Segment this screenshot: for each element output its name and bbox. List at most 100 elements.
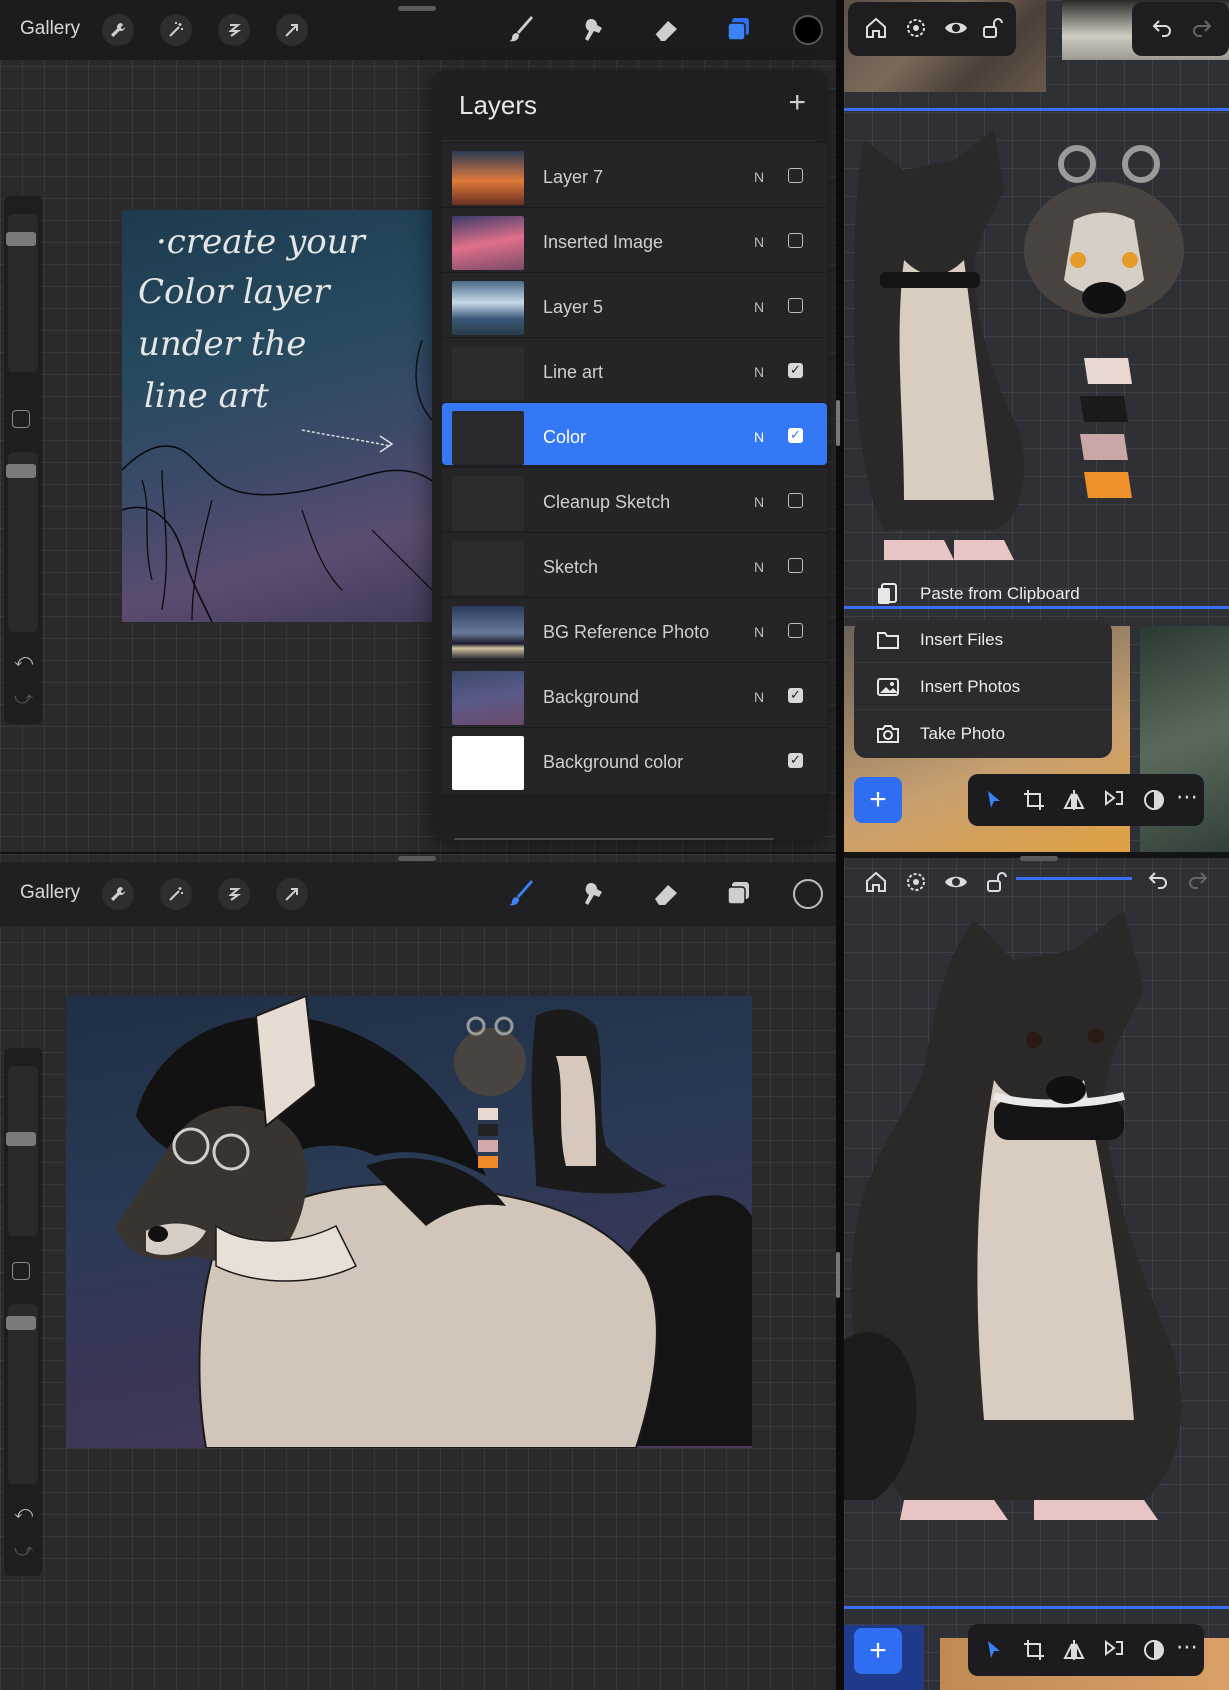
- eraser-icon[interactable]: [648, 12, 684, 48]
- wrench-icon[interactable]: [102, 878, 134, 910]
- undo-icon[interactable]: [1146, 868, 1170, 892]
- brush-icon[interactable]: [504, 12, 540, 48]
- magic-wand-icon[interactable]: [160, 14, 192, 46]
- pointer-icon[interactable]: [982, 788, 1006, 812]
- layer-row[interactable]: BG Reference Photo N: [442, 597, 827, 664]
- opacity-knob[interactable]: [6, 464, 36, 478]
- plus-icon[interactable]: +: [788, 88, 806, 118]
- window-grabber[interactable]: [398, 6, 436, 11]
- undo-icon[interactable]: ⤺: [14, 650, 33, 671]
- selection-icon[interactable]: [218, 14, 250, 46]
- crop-icon[interactable]: [1022, 1638, 1046, 1662]
- layer-visibility-checkbox[interactable]: [788, 298, 803, 313]
- opacity-slider[interactable]: [8, 1304, 38, 1484]
- eye-icon[interactable]: [944, 870, 968, 894]
- layers-icon[interactable]: [720, 12, 756, 48]
- flip-horizontal-icon[interactable]: [1062, 788, 1086, 812]
- canvas-artwork[interactable]: [66, 996, 752, 1448]
- split-divider-vertical[interactable]: [836, 0, 844, 1690]
- unlock-icon[interactable]: [980, 16, 1004, 40]
- more-icon[interactable]: ⋯: [1176, 1634, 1198, 1660]
- blend-mode-button[interactable]: N: [754, 364, 764, 380]
- layer-row[interactable]: Inserted Image N: [442, 207, 827, 274]
- home-icon[interactable]: [864, 870, 888, 894]
- adjust-icon[interactable]: [1142, 1638, 1166, 1662]
- modify-button[interactable]: [12, 410, 30, 428]
- adjust-icon[interactable]: [1142, 788, 1166, 812]
- redo-icon[interactable]: ⤻: [14, 1540, 33, 1561]
- undo-icon[interactable]: ⤺: [14, 1502, 33, 1523]
- color-swatch-icon[interactable]: [790, 12, 826, 48]
- transform-arrow-icon[interactable]: [276, 878, 308, 910]
- menu-item-insert-photos[interactable]: Insert Photos: [854, 665, 1112, 710]
- add-button[interactable]: +: [854, 777, 902, 823]
- unlock-icon[interactable]: [984, 870, 1008, 894]
- brush-size-slider[interactable]: [8, 1066, 38, 1236]
- blend-mode-button[interactable]: N: [754, 689, 764, 705]
- magic-wand-icon[interactable]: [160, 878, 192, 910]
- layer-visibility-checkbox[interactable]: ✓: [788, 363, 803, 378]
- settings-icon[interactable]: [904, 870, 928, 894]
- layers-icon[interactable]: [720, 876, 756, 912]
- menu-item-take-photo[interactable]: Take Photo: [854, 712, 1112, 756]
- split-handle-top[interactable]: [836, 400, 840, 446]
- layer-row[interactable]: Layer 7 N: [442, 142, 827, 209]
- modify-button[interactable]: [12, 1262, 30, 1280]
- split-handle-bottom[interactable]: [836, 1252, 840, 1298]
- layer-row[interactable]: Layer 5 N: [442, 272, 827, 339]
- layer-visibility-checkbox[interactable]: ✓: [788, 688, 803, 703]
- selection-icon[interactable]: [218, 878, 250, 910]
- redo-icon[interactable]: [1186, 868, 1210, 892]
- blend-mode-button[interactable]: N: [754, 169, 764, 185]
- flip-vertical-icon[interactable]: [1102, 788, 1126, 812]
- undo-icon[interactable]: [1150, 16, 1174, 40]
- home-icon[interactable]: [864, 16, 888, 40]
- menu-item-insert-files[interactable]: Insert Files: [854, 618, 1112, 663]
- redo-icon[interactable]: [1190, 16, 1214, 40]
- flip-horizontal-icon[interactable]: [1062, 1638, 1086, 1662]
- layer-visibility-checkbox[interactable]: ✓: [788, 428, 803, 443]
- brush-size-knob[interactable]: [6, 232, 36, 246]
- layer-row[interactable]: Line art N ✓: [442, 337, 827, 404]
- dog-reference-sheet[interactable]: [844, 120, 1229, 570]
- layer-visibility-checkbox[interactable]: [788, 168, 803, 183]
- blend-mode-button[interactable]: N: [754, 559, 764, 575]
- redo-icon[interactable]: ⤻: [14, 688, 33, 709]
- eye-icon[interactable]: [944, 16, 968, 40]
- wrench-icon[interactable]: [102, 14, 134, 46]
- menu-item-paste[interactable]: Paste from Clipboard: [854, 572, 1112, 616]
- color-swatch-icon[interactable]: [790, 876, 826, 912]
- canvas-artwork[interactable]: ·create your Color layer under the line …: [122, 210, 436, 622]
- dog-reference-large[interactable]: [844, 900, 1229, 1540]
- brush-size-knob[interactable]: [6, 1132, 36, 1146]
- gallery-button[interactable]: Gallery: [20, 18, 80, 40]
- eraser-icon[interactable]: [648, 876, 684, 912]
- transform-arrow-icon[interactable]: [276, 14, 308, 46]
- smudge-icon[interactable]: [576, 12, 612, 48]
- brush-icon[interactable]: [504, 876, 540, 912]
- more-icon[interactable]: ⋯: [1176, 784, 1198, 810]
- layer-row[interactable]: Background color ✓: [442, 727, 827, 794]
- blend-mode-button[interactable]: N: [754, 494, 764, 510]
- layer-row[interactable]: Color N ✓: [442, 402, 827, 465]
- layer-visibility-checkbox[interactable]: [788, 623, 803, 638]
- window-grabber[interactable]: [398, 856, 436, 861]
- blend-mode-button[interactable]: N: [754, 234, 764, 250]
- layers-scrollbar[interactable]: [454, 838, 774, 840]
- crop-icon[interactable]: [1022, 788, 1046, 812]
- smudge-icon[interactable]: [576, 876, 612, 912]
- settings-icon[interactable]: [904, 16, 928, 40]
- layer-row[interactable]: Background N ✓: [442, 662, 827, 729]
- layer-visibility-checkbox[interactable]: ✓: [788, 753, 803, 768]
- layer-row[interactable]: Sketch N: [442, 532, 827, 599]
- opacity-knob[interactable]: [6, 1316, 36, 1330]
- opacity-slider[interactable]: [8, 452, 38, 632]
- layer-visibility-checkbox[interactable]: [788, 233, 803, 248]
- layer-visibility-checkbox[interactable]: [788, 493, 803, 508]
- layer-row[interactable]: Cleanup Sketch N: [442, 467, 827, 534]
- add-button[interactable]: +: [854, 1628, 902, 1674]
- blend-mode-button[interactable]: N: [754, 624, 764, 640]
- blend-mode-button[interactable]: N: [754, 429, 764, 445]
- window-grabber[interactable]: [1020, 856, 1058, 861]
- gallery-button[interactable]: Gallery: [20, 882, 80, 904]
